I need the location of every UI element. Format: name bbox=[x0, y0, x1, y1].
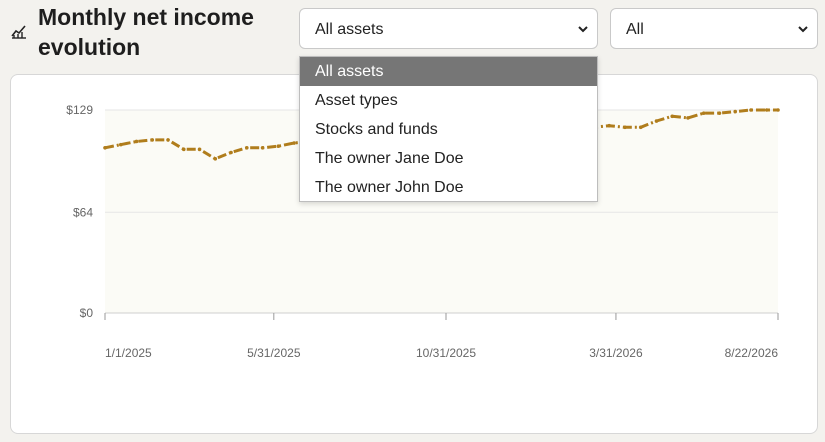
data-point bbox=[181, 147, 186, 152]
y-tick-label: $64 bbox=[73, 205, 93, 219]
data-point bbox=[623, 125, 627, 130]
data-point bbox=[276, 144, 281, 148]
data-point bbox=[638, 125, 643, 130]
data-point bbox=[134, 139, 139, 144]
data-point bbox=[776, 108, 780, 112]
data-point bbox=[701, 111, 706, 115]
x-tick-label: 10/31/2025 bbox=[416, 346, 476, 360]
x-tick-label: 1/1/2025 bbox=[105, 346, 152, 360]
data-point bbox=[150, 138, 155, 142]
x-tick-label: 5/31/2025 bbox=[247, 346, 301, 360]
data-point bbox=[197, 147, 202, 152]
dropdown-option[interactable]: The owner Jane Doe bbox=[300, 144, 597, 173]
data-point bbox=[686, 116, 690, 120]
dropdown-option[interactable]: The owner John Doe bbox=[300, 173, 597, 202]
y-tick-label: $129 bbox=[66, 103, 93, 117]
dropdown-option[interactable]: All assets bbox=[300, 57, 597, 86]
data-point bbox=[118, 142, 123, 147]
data-point bbox=[670, 114, 675, 119]
dropdown-option[interactable]: Stocks and funds bbox=[300, 115, 597, 144]
data-point bbox=[749, 108, 753, 112]
data-point bbox=[260, 145, 265, 150]
data-point bbox=[607, 123, 611, 128]
x-axis-ticks: 1/1/2025 5/31/2025 10/31/2025 3/31/2026 8/22… bbox=[104, 313, 779, 360]
y-axis-ticks: $0 $64 $129 bbox=[66, 103, 93, 320]
asset-filter-dropdown[interactable]: All assets Asset types Stocks and funds The… bbox=[299, 56, 598, 202]
data-point bbox=[733, 109, 738, 114]
data-point bbox=[292, 141, 296, 145]
data-point bbox=[654, 119, 659, 123]
x-tick-label: 8/22/2026 bbox=[725, 346, 779, 360]
data-point bbox=[213, 156, 218, 161]
y-tick-label: $0 bbox=[80, 306, 94, 320]
data-point bbox=[245, 145, 249, 150]
data-point bbox=[103, 145, 107, 150]
data-point bbox=[764, 108, 769, 112]
x-tick-label: 3/31/2026 bbox=[589, 346, 643, 360]
data-point bbox=[717, 111, 722, 115]
data-point bbox=[166, 138, 170, 142]
data-point bbox=[229, 150, 233, 155]
dropdown-option[interactable]: Asset types bbox=[300, 86, 597, 115]
